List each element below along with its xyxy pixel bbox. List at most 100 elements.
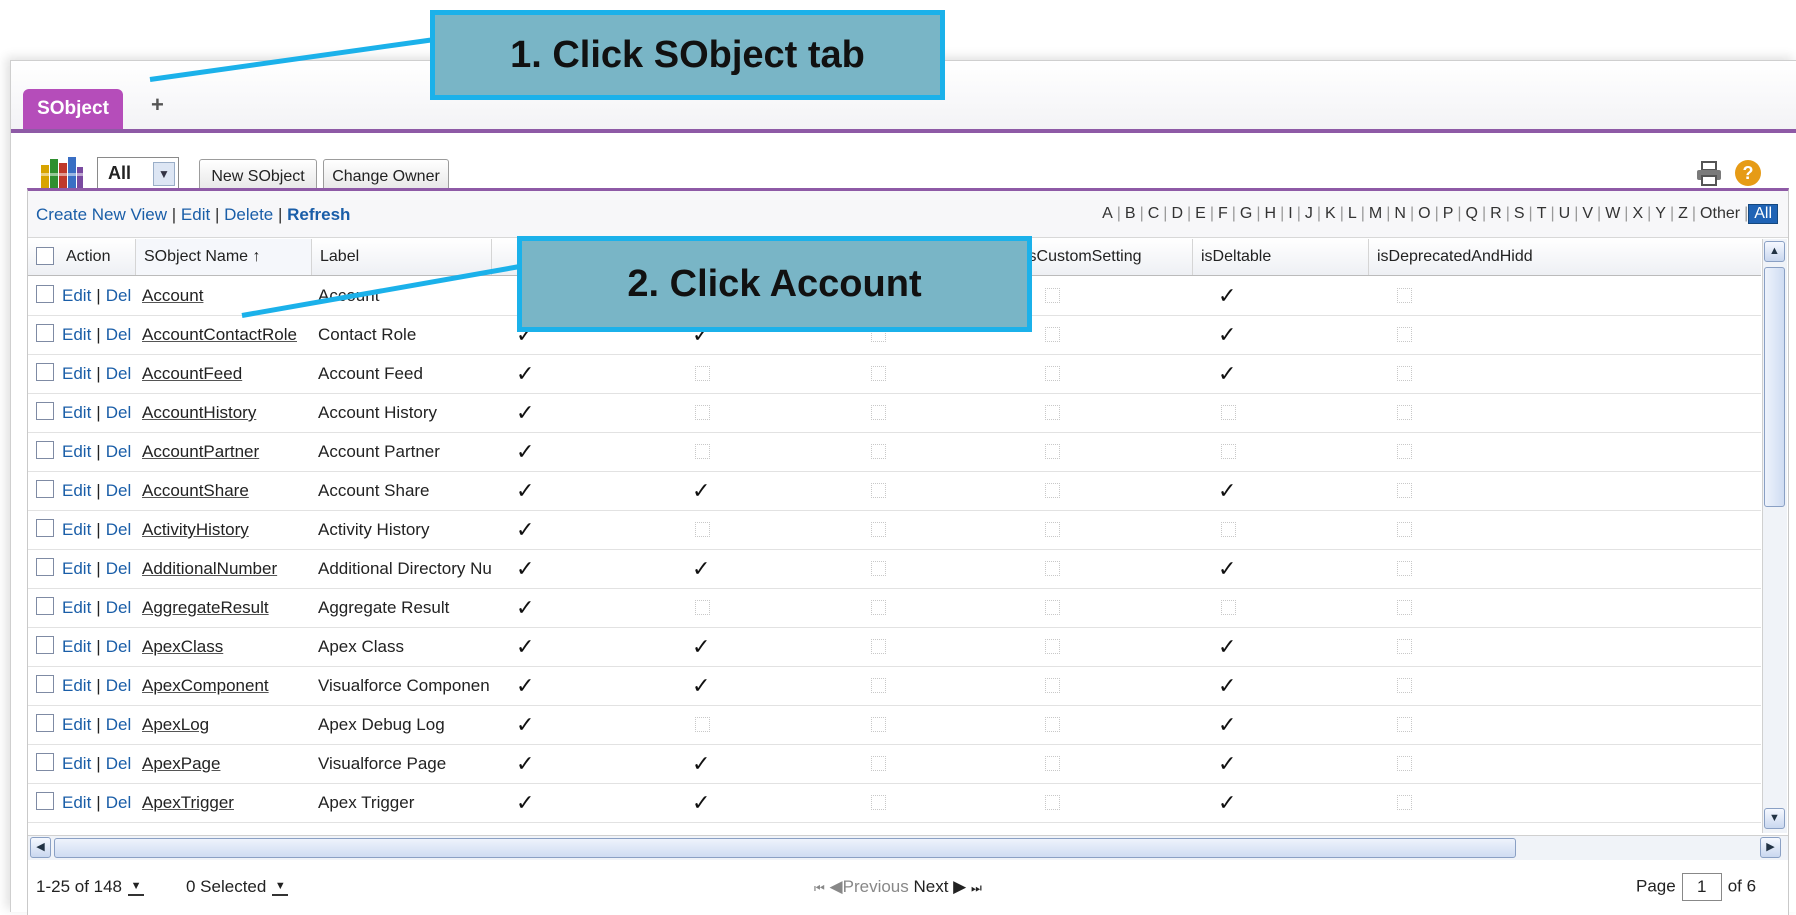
- row-edit-link[interactable]: Edit: [62, 403, 91, 422]
- alphabet-filter-y[interactable]: Y: [1651, 205, 1670, 223]
- sobject-name-link[interactable]: Account: [142, 286, 203, 305]
- table-row[interactable]: Edit | Del ApexClass Apex Class ✓ ✓ ✓: [28, 627, 1761, 667]
- sobject-name-link[interactable]: AccountHistory: [142, 403, 256, 422]
- col-label[interactable]: Label: [311, 239, 491, 275]
- sobject-name-link[interactable]: ApexClass: [142, 637, 223, 656]
- alphabet-filter-other[interactable]: Other: [1696, 205, 1744, 223]
- dropdown-arrow-icon[interactable]: ▼: [128, 880, 145, 896]
- row-delete-link[interactable]: Del: [106, 754, 132, 773]
- help-icon[interactable]: ?: [1735, 160, 1761, 186]
- row-delete-link[interactable]: Del: [106, 676, 132, 695]
- row-edit-link[interactable]: Edit: [62, 754, 91, 773]
- row-edit-link[interactable]: Edit: [62, 793, 91, 812]
- tab-sobject[interactable]: SObject: [23, 89, 123, 129]
- alphabet-filter-v[interactable]: V: [1578, 205, 1597, 223]
- alphabet-filter-all[interactable]: All: [1748, 204, 1778, 224]
- alphabet-filter-d[interactable]: D: [1167, 205, 1187, 223]
- row-delete-link[interactable]: Del: [106, 481, 132, 500]
- alphabet-filter-x[interactable]: X: [1628, 205, 1647, 223]
- sobject-name-link[interactable]: ApexComponent: [142, 676, 269, 695]
- table-row[interactable]: Edit | Del ApexLog Apex Debug Log ✓ ✓: [28, 705, 1761, 745]
- refresh-link[interactable]: Refresh: [287, 205, 350, 224]
- row-delete-link[interactable]: Del: [106, 325, 132, 344]
- chevron-down-icon[interactable]: ▼: [153, 162, 175, 186]
- row-delete-link[interactable]: Del: [106, 403, 132, 422]
- row-delete-link[interactable]: Del: [106, 598, 132, 617]
- row-edit-link[interactable]: Edit: [62, 286, 91, 305]
- alphabet-filter-g[interactable]: G: [1236, 205, 1256, 223]
- row-checkbox[interactable]: [36, 714, 54, 732]
- last-page-icon[interactable]: ⏭: [971, 881, 982, 895]
- col-sobject-name[interactable]: SObject Name ↑: [135, 239, 311, 275]
- alphabet-filter-h[interactable]: H: [1261, 205, 1281, 223]
- alphabet-filter-m[interactable]: M: [1365, 205, 1386, 223]
- horizontal-scroll-thumb[interactable]: [54, 838, 1516, 858]
- row-delete-link[interactable]: Del: [106, 286, 132, 305]
- col-is-custom-setting[interactable]: isCustomSetting: [1016, 239, 1192, 275]
- alphabet-filter-s[interactable]: S: [1510, 205, 1529, 223]
- table-row[interactable]: Edit | Del AccountFeed Account Feed ✓ ✓: [28, 354, 1761, 394]
- alphabet-filter-j[interactable]: J: [1301, 205, 1317, 223]
- row-checkbox[interactable]: [36, 285, 54, 303]
- table-row[interactable]: Edit | Del ApexComponent Visualforce Compone…: [28, 666, 1761, 706]
- row-checkbox[interactable]: [36, 558, 54, 576]
- printer-icon[interactable]: [1695, 161, 1723, 187]
- alphabet-filter-a[interactable]: A: [1098, 205, 1117, 223]
- alphabet-filter-o[interactable]: O: [1414, 205, 1434, 223]
- page-number-input[interactable]: 1: [1681, 873, 1722, 901]
- selected-count[interactable]: 0 Selected ▼: [186, 877, 289, 897]
- alphabet-filter-t[interactable]: T: [1533, 205, 1551, 223]
- alphabet-filter-b[interactable]: B: [1121, 205, 1140, 223]
- row-edit-link[interactable]: Edit: [62, 637, 91, 656]
- horizontal-scrollbar[interactable]: ◀ ▶: [28, 835, 1788, 860]
- table-row[interactable]: Edit | Del AdditionalNumber Additional Direc…: [28, 549, 1761, 589]
- row-edit-link[interactable]: Edit: [62, 520, 91, 539]
- alphabet-filter-c[interactable]: C: [1144, 205, 1164, 223]
- col-is-deletable[interactable]: isDeltable: [1192, 239, 1368, 275]
- alphabet-filter-e[interactable]: E: [1191, 205, 1210, 223]
- row-delete-link[interactable]: Del: [106, 364, 132, 383]
- sobject-name-link[interactable]: AggregateResult: [142, 598, 269, 617]
- row-delete-link[interactable]: Del: [106, 520, 132, 539]
- row-checkbox[interactable]: [36, 363, 54, 381]
- vertical-scrollbar[interactable]: ▲ ▼: [1762, 239, 1787, 833]
- sobject-name-link[interactable]: ActivityHistory: [142, 520, 249, 539]
- row-edit-link[interactable]: Edit: [62, 676, 91, 695]
- alphabet-filter-q[interactable]: Q: [1462, 205, 1482, 223]
- vertical-scroll-thumb[interactable]: [1764, 267, 1785, 507]
- row-checkbox[interactable]: [36, 675, 54, 693]
- alphabet-filter-f[interactable]: F: [1214, 205, 1232, 223]
- row-delete-link[interactable]: Del: [106, 715, 132, 734]
- select-all-checkbox[interactable]: [36, 247, 54, 265]
- row-edit-link[interactable]: Edit: [62, 325, 91, 344]
- col-is-deprecated[interactable]: isDeprecatedAndHidd: [1368, 239, 1544, 275]
- dropdown-arrow-icon[interactable]: ▼: [272, 880, 289, 896]
- row-checkbox[interactable]: [36, 753, 54, 771]
- scroll-left-icon[interactable]: ◀: [30, 837, 51, 858]
- row-edit-link[interactable]: Edit: [62, 481, 91, 500]
- table-row[interactable]: Edit | Del ApexPage Visualforce Page ✓ ✓ ✓: [28, 744, 1761, 784]
- scroll-right-icon[interactable]: ▶: [1760, 837, 1781, 858]
- row-delete-link[interactable]: Del: [106, 559, 132, 578]
- table-row[interactable]: Edit | Del ActivityHistory Activity History ✓: [28, 510, 1761, 550]
- sobject-name-link[interactable]: AccountFeed: [142, 364, 242, 383]
- row-checkbox[interactable]: [36, 792, 54, 810]
- row-edit-link[interactable]: Edit: [62, 598, 91, 617]
- table-row[interactable]: Edit | Del AggregateResult Aggregate Result ✓: [28, 588, 1761, 628]
- table-row[interactable]: Edit | Del AccountPartner Account Partner ✓: [28, 432, 1761, 472]
- row-checkbox[interactable]: [36, 402, 54, 420]
- alphabet-filter-z[interactable]: Z: [1674, 205, 1692, 223]
- table-row[interactable]: Edit | Del AccountHistory Account History ✓: [28, 393, 1761, 433]
- alphabet-filter-k[interactable]: K: [1321, 205, 1340, 223]
- sobject-name-link[interactable]: AccountShare: [142, 481, 249, 500]
- alphabet-filter-u[interactable]: U: [1555, 205, 1575, 223]
- next-page-link[interactable]: Next ▶: [914, 877, 967, 896]
- row-edit-link[interactable]: Edit: [62, 715, 91, 734]
- row-checkbox[interactable]: [36, 480, 54, 498]
- sobject-name-link[interactable]: ApexPage: [142, 754, 220, 773]
- row-edit-link[interactable]: Edit: [62, 364, 91, 383]
- sobject-name-link[interactable]: AccountPartner: [142, 442, 259, 461]
- scroll-up-icon[interactable]: ▲: [1764, 241, 1785, 262]
- table-row[interactable]: Edit | Del AccountShare Account Share ✓ ✓ ✓: [28, 471, 1761, 511]
- create-new-view-link[interactable]: Create New View: [36, 205, 167, 224]
